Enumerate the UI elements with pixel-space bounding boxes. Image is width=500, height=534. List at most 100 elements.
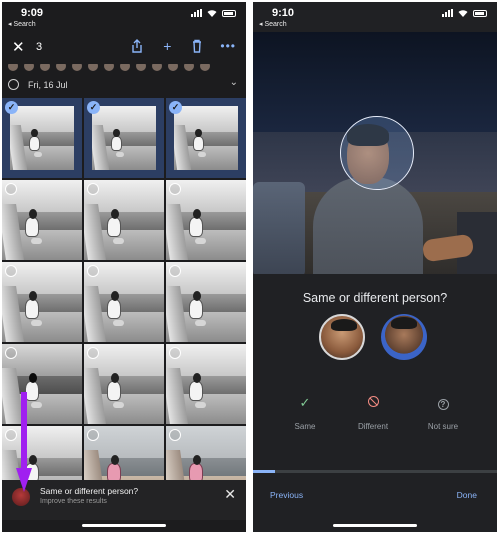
question-mark-icon: ?: [408, 394, 478, 412]
home-indicator: [82, 524, 166, 527]
system-icons: [191, 9, 236, 17]
progress-fill: [253, 470, 275, 473]
question-heading: Same or different person?: [302, 291, 448, 305]
select-all-date-checkbox[interactable]: [8, 79, 19, 90]
different-label: Different: [357, 422, 389, 431]
done-button[interactable]: Done: [457, 490, 477, 500]
face-thumbnail[interactable]: [104, 64, 114, 71]
not-sure-button[interactable]: ? Not sure: [408, 394, 478, 431]
select-circle-icon[interactable]: [87, 183, 99, 195]
selection-toolbar: ✕ 3 + •••: [2, 36, 246, 62]
review-progress-bar: [253, 470, 497, 473]
close-icon[interactable]: ✕: [224, 486, 236, 503]
checkmark-icon: ✓: [299, 395, 311, 410]
cellular-signal-icon: [191, 9, 202, 17]
status-bar: 9:09 ◂ Search: [2, 2, 246, 30]
select-circle-icon[interactable]: [87, 265, 99, 277]
previous-button[interactable]: Previous: [270, 490, 303, 500]
face-thumbnail[interactable]: [72, 64, 82, 71]
face-thumbnail[interactable]: [200, 64, 210, 71]
photo-thumbnail[interactable]: [84, 180, 164, 260]
face-thumbnail-a: [319, 314, 365, 360]
selected-count: 3: [36, 41, 43, 53]
wifi-icon: [458, 10, 468, 17]
face-photo: [253, 32, 497, 274]
face-thumbnail[interactable]: [88, 64, 98, 71]
close-icon[interactable]: ✕: [12, 38, 25, 56]
person-torso: [313, 177, 423, 274]
photo-thumbnail[interactable]: [166, 180, 246, 260]
face-grouping-screen: 9:10 ◂ Search Same or different person? …: [253, 2, 497, 532]
select-circle-icon[interactable]: [87, 429, 99, 441]
photos-selection-screen: 9:09 ◂ Search ✕ 3 + ••• Fri, 16 Jul ⌄ ✓ ✓…: [2, 2, 246, 532]
block-icon: [338, 394, 408, 412]
annotation-arrow: [16, 392, 32, 492]
photo-thumbnail[interactable]: [84, 344, 164, 424]
chair-shape: [253, 182, 305, 274]
face-thumbnail[interactable]: [40, 64, 50, 71]
select-circle-icon[interactable]: [87, 347, 99, 359]
photo-thumbnail[interactable]: ✓: [2, 98, 82, 178]
select-circle-icon[interactable]: [169, 429, 181, 441]
chevron-down-icon[interactable]: ⌄: [230, 77, 238, 88]
status-time: 9:09: [21, 7, 44, 19]
different-button[interactable]: Different: [338, 394, 408, 431]
photo-grid: ✓ ✓ ✓: [2, 98, 246, 506]
prompt-subtitle: Improve these results: [40, 498, 107, 505]
date-header: Fri, 16 Jul ⌄: [2, 75, 246, 95]
select-circle-icon[interactable]: [169, 265, 181, 277]
select-circle-icon[interactable]: [169, 347, 181, 359]
photo-thumbnail[interactable]: [166, 262, 246, 342]
back-to-search-link[interactable]: ◂ Search: [259, 20, 287, 28]
check-circle-icon[interactable]: ✓: [5, 101, 18, 114]
face-thumbnail[interactable]: [152, 64, 162, 71]
same-different-person-prompt[interactable]: Same or different person? Improve these …: [2, 480, 246, 520]
back-to-search-link[interactable]: ◂ Search: [8, 20, 36, 28]
face-thumbnail[interactable]: [120, 64, 130, 71]
check-circle-icon[interactable]: ✓: [87, 101, 100, 114]
beach-photo: [10, 106, 74, 170]
select-circle-icon[interactable]: [5, 183, 17, 195]
select-circle-icon[interactable]: [5, 265, 17, 277]
share-icon[interactable]: [130, 39, 144, 53]
face-thumbnail-b: [381, 314, 427, 360]
face-thumbnail[interactable]: [24, 64, 34, 71]
select-circle-icon[interactable]: [169, 183, 181, 195]
face-thumbnail[interactable]: [8, 64, 18, 71]
status-time: 9:10: [272, 7, 295, 19]
face-thumbnail[interactable]: [184, 64, 194, 71]
beach-photo: [174, 106, 238, 170]
check-circle-icon[interactable]: ✓: [169, 101, 182, 114]
photo-thumbnail[interactable]: [2, 344, 82, 424]
battery-icon: [473, 10, 487, 17]
not-sure-label: Not sure: [427, 422, 459, 431]
battery-icon: [222, 10, 236, 17]
photo-thumbnail[interactable]: [166, 344, 246, 424]
delete-icon[interactable]: [190, 39, 204, 53]
face-highlight-circle: [340, 116, 414, 190]
answer-choices: ✓ Same Different ? Not sure: [253, 394, 497, 444]
wifi-icon: [207, 10, 217, 17]
photo-thumbnail[interactable]: [84, 262, 164, 342]
select-circle-icon[interactable]: [5, 347, 17, 359]
system-icons: [442, 9, 487, 17]
date-label: Fri, 16 Jul: [28, 80, 68, 90]
same-button[interactable]: ✓ Same: [270, 394, 340, 431]
status-bar: 9:10 ◂ Search: [253, 2, 497, 30]
people-faces-strip: [2, 64, 246, 72]
photo-thumbnail[interactable]: [2, 262, 82, 342]
photo-thumbnail[interactable]: [2, 180, 82, 260]
face-thumbnail[interactable]: [136, 64, 146, 71]
prompt-title: Same or different person?: [40, 486, 139, 496]
photo-thumbnail[interactable]: ✓: [166, 98, 246, 178]
add-icon[interactable]: +: [160, 39, 174, 53]
beach-photo: [92, 106, 156, 170]
face-thumbnail[interactable]: [168, 64, 178, 71]
same-label: Same: [294, 422, 316, 431]
face-comparison: [319, 314, 431, 360]
photo-thumbnail[interactable]: ✓: [84, 98, 164, 178]
cellular-signal-icon: [442, 9, 453, 17]
face-thumbnail[interactable]: [56, 64, 66, 71]
home-indicator: [333, 524, 417, 527]
more-icon[interactable]: •••: [220, 39, 236, 53]
